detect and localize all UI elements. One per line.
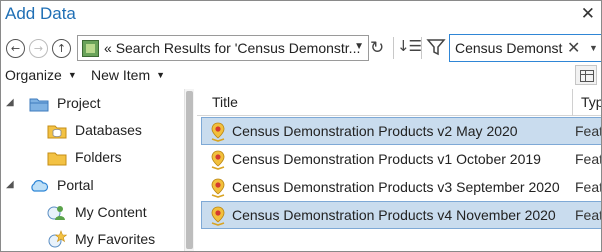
search-input[interactable]: Census Demonstr ✕ ▼ [449,34,601,62]
toolbar-divider [393,37,394,59]
new-item-menu[interactable]: New Item ▼ [91,67,165,83]
map-icon [82,40,99,57]
item-type: Feat [575,123,602,139]
column-divider[interactable] [572,89,573,116]
tree-item-label: Databases [75,122,142,138]
add-data-dialog: Add Data ✕ ← → ↑ « Search Results for 'C… [0,0,602,252]
forward-button[interactable]: → [29,39,48,58]
tree-item-label: Project [57,95,101,111]
feature-layer-icon [211,122,225,142]
close-icon[interactable]: ✕ [581,4,595,24]
item-type: Feat [575,179,602,195]
arrow-right-icon: → [33,42,44,55]
path-text: Search Results for 'Census Demonstr... [115,40,361,56]
list-item[interactable]: Census Demonstration Products v4 Novembe… [201,201,602,229]
tree-item-label: My Favorites [75,231,156,247]
toolbar-divider [421,37,422,59]
column-header-row: Title Typ [197,89,601,116]
database-folder-icon [47,125,67,139]
chevron-down-icon: ▼ [67,70,77,80]
expand-caret-icon[interactable]: ◢ [6,97,14,108]
command-bar: Organize ▼ New Item ▼ [1,64,601,87]
up-button[interactable]: ↑ [52,39,71,58]
folder-icon [47,152,67,166]
star-icon [48,230,67,248]
tree-item-project[interactable]: ◢ Project [1,92,181,118]
path-back-chevron: « [104,40,112,56]
tree-item-databases[interactable]: Databases [1,119,181,145]
tree-item-my-favorites[interactable]: My Favorites [1,228,181,251]
new-item-label: New Item [91,67,151,83]
path-dropdown-icon[interactable]: ▼ [354,41,364,52]
sort-icon[interactable]: ↓☰ [397,37,422,55]
title-bar: Add Data ✕ [1,1,601,31]
tree-item-label: My Content [75,204,147,220]
feature-layer-icon [211,178,225,198]
column-header-title[interactable]: Title [212,94,238,110]
feature-layer-icon [211,150,225,170]
refresh-icon[interactable]: ↻ [370,38,384,58]
tree-item-portal[interactable]: ◢ Portal [1,174,181,200]
feature-layer-icon [211,206,225,226]
tree-item-folders[interactable]: Folders [1,146,181,172]
chevron-down-icon: ▼ [156,70,166,80]
cloud-icon [31,180,49,192]
column-header-type[interactable]: Typ [581,94,601,110]
clear-search-icon[interactable]: ✕ [567,38,580,57]
list-item[interactable]: Census Demonstration Products v1 October… [201,145,602,173]
arrow-up-icon: ↑ [56,42,67,55]
location-path-box[interactable]: « Search Results for 'Census Demonstr...… [77,35,369,61]
view-options-button[interactable] [575,65,597,85]
user-icon [47,206,65,220]
expand-caret-icon[interactable]: ◢ [6,179,14,190]
organize-menu[interactable]: Organize ▼ [5,67,77,83]
scrollbar-thumb[interactable] [186,91,193,249]
organize-label: Organize [5,67,62,83]
item-title: Census Demonstration Products v2 May 202… [232,123,518,139]
tree-item-my-content[interactable]: My Content [1,201,181,227]
dialog-title: Add Data [5,4,76,23]
search-dropdown-icon[interactable]: ▼ [589,43,598,53]
tree-item-label: Portal [57,177,94,193]
item-title: Census Demonstration Products v3 Septemb… [232,179,560,195]
filter-icon[interactable] [425,36,447,58]
back-button[interactable]: ← [6,39,25,58]
item-type: Feat [575,151,602,167]
item-title: Census Demonstration Products v4 Novembe… [232,207,556,223]
arrow-left-icon: ← [10,42,21,55]
list-item[interactable]: Census Demonstration Products v3 Septemb… [201,173,602,201]
tree-scrollbar[interactable] [184,89,194,251]
tree-item-label: Folders [75,149,122,165]
navigation-tree: ◢ Project Databases Folders ◢ Portal My … [1,89,186,251]
item-type: Feat [575,207,602,223]
folder-icon [29,98,49,112]
navigation-bar: ← → ↑ « Search Results for 'Census Demon… [1,32,601,64]
search-input-value: Census Demonstr [455,40,563,56]
item-title: Census Demonstration Products v1 October… [232,151,541,167]
list-item[interactable]: Census Demonstration Products v2 May 202… [201,117,602,145]
results-list: Title Typ Census Demonstration Products … [197,89,602,251]
